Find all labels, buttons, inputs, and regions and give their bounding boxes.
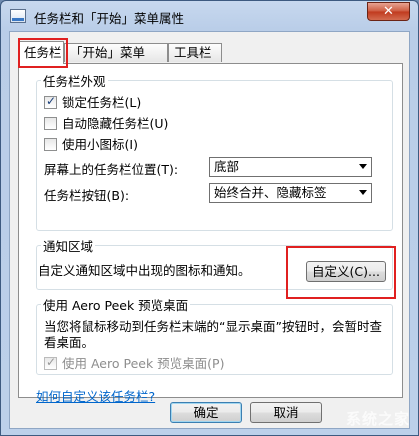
tab-panel-taskbar: 任务栏外观 锁定任务栏(L) 自动隐藏任务栏(U) 使用小图标(I) 屏幕上的任… bbox=[18, 63, 403, 404]
title-bar[interactable]: 任务栏和「开始」菜单属性 ✕ bbox=[1, 1, 418, 31]
group-title-aero-peek: 使用 Aero Peek 预览桌面 bbox=[43, 298, 189, 313]
dialog-client-area: 任务栏 「开始」菜单 工具栏 任务栏外观 锁定任务栏(L) 自动隐藏任务栏(U)… bbox=[9, 31, 410, 429]
taskbar-buttons-value: 始终合并、隐藏标签 bbox=[214, 185, 327, 200]
help-link[interactable]: 如何自定义该任务栏? bbox=[36, 386, 155, 405]
auto-hide-checkbox[interactable] bbox=[44, 117, 57, 130]
window-title: 任务栏和「开始」菜单属性 bbox=[34, 11, 185, 26]
group-title-notification: 通知区域 bbox=[43, 239, 94, 254]
chevron-down-icon bbox=[359, 190, 367, 195]
group-title-appearance: 任务栏外观 bbox=[43, 74, 106, 89]
aero-peek-checkbox bbox=[44, 355, 57, 370]
auto-hide-option[interactable]: 自动隐藏任务栏(U) bbox=[44, 113, 168, 132]
lock-taskbar-label: 锁定任务栏(L) bbox=[62, 95, 142, 110]
auto-hide-label: 自动隐藏任务栏(U) bbox=[62, 116, 169, 131]
aero-peek-option: 使用 Aero Peek 预览桌面(P) bbox=[44, 353, 224, 372]
customize-notifications-button[interactable]: 自定义(C)... bbox=[306, 261, 386, 282]
aero-peek-label: 使用 Aero Peek 预览桌面(P) bbox=[62, 356, 225, 371]
close-button[interactable]: ✕ bbox=[367, 2, 410, 21]
lock-taskbar-option[interactable]: 锁定任务栏(L) bbox=[44, 92, 141, 111]
chevron-down-icon bbox=[359, 164, 367, 169]
small-icons-option[interactable]: 使用小图标(I) bbox=[44, 134, 138, 153]
close-icon: ✕ bbox=[383, 4, 394, 19]
small-icons-label: 使用小图标(I) bbox=[62, 137, 138, 152]
taskbar-buttons-select[interactable]: 始终合并、隐藏标签 bbox=[209, 183, 372, 203]
taskbar-app-icon bbox=[10, 9, 26, 23]
dialog-window: 任务栏和「开始」菜单属性 ✕ 任务栏 「开始」菜单 工具栏 任务栏外观 锁定任务… bbox=[0, 0, 419, 436]
tab-start-menu[interactable]: 「开始」菜单 bbox=[64, 43, 168, 62]
tab-taskbar[interactable]: 任务栏 bbox=[18, 41, 64, 64]
taskbar-location-select[interactable]: 底部 bbox=[209, 157, 372, 177]
taskbar-buttons-label: 任务栏按钮(B): bbox=[44, 188, 130, 203]
ok-button[interactable]: 确定 bbox=[170, 402, 242, 423]
taskbar-location-value: 底部 bbox=[214, 159, 240, 174]
lock-taskbar-checkbox[interactable] bbox=[44, 94, 57, 109]
aero-peek-description: 当您将鼠标移动到任务栏末端的“显示桌面”按钮时，会暂时查看桌面。 bbox=[44, 319, 382, 350]
notification-description: 自定义通知区域中出现的图标和通知。 bbox=[38, 263, 251, 278]
watermark-logo: 系统之家 bbox=[345, 410, 410, 428]
small-icons-checkbox[interactable] bbox=[44, 138, 57, 151]
taskbar-location-label: 屏幕上的任务栏位置(T): bbox=[44, 162, 179, 177]
cancel-button[interactable]: 取消 bbox=[250, 402, 322, 423]
tab-toolbars[interactable]: 工具栏 bbox=[168, 43, 222, 62]
